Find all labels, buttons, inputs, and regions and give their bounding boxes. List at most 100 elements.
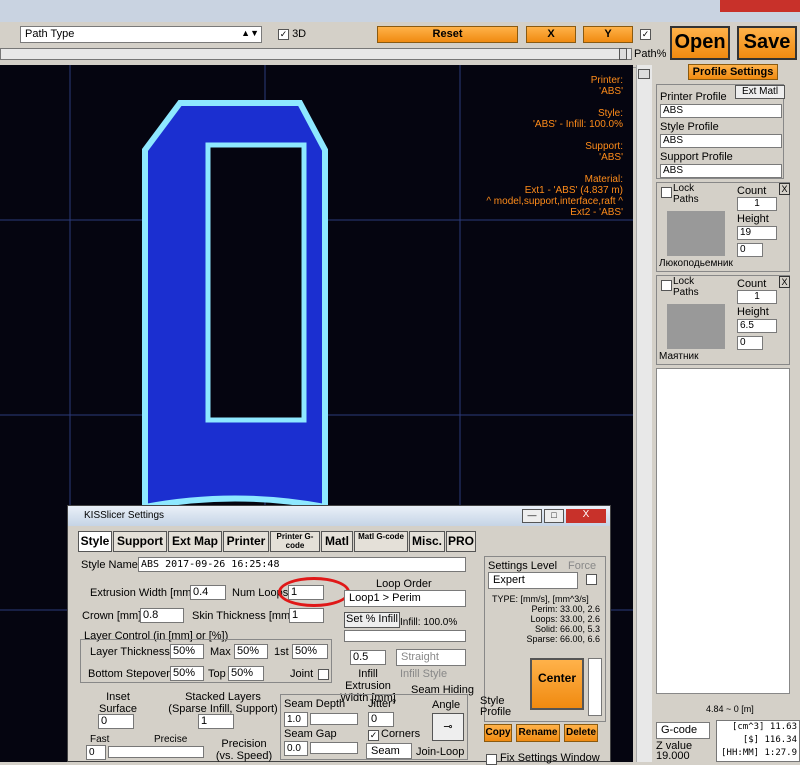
tab-matl-gcode[interactable]: Matl G-code xyxy=(354,531,408,552)
profile-settings-button[interactable]: Profile Settings xyxy=(688,64,778,80)
object-thumbnail xyxy=(667,211,725,256)
count-input[interactable]: 1 xyxy=(737,290,777,304)
tab-misc[interactable]: Misc. xyxy=(409,531,445,552)
height-label: Height xyxy=(737,306,769,318)
view-type-value: Path Type xyxy=(25,28,75,40)
tab-ext-map[interactable]: Ext Map xyxy=(168,531,222,552)
fix-settings-label: Fix Settings Window xyxy=(500,752,600,764)
printer-profile-label: Printer Profile xyxy=(660,91,727,103)
save-button[interactable]: Save xyxy=(737,26,797,60)
tab-printer[interactable]: Printer xyxy=(223,531,269,552)
fix-settings-checkbox[interactable] xyxy=(486,754,497,765)
y-button[interactable]: Y xyxy=(583,26,633,43)
precision-value[interactable]: 0 xyxy=(86,745,106,760)
style-profile-label: Style Profile xyxy=(480,695,512,718)
stacked-layers-input[interactable]: 1 xyxy=(198,714,234,729)
joint-checkbox[interactable] xyxy=(318,669,329,680)
path-check[interactable]: ✓ xyxy=(640,28,651,40)
rotation-input[interactable]: 0 xyxy=(737,336,763,350)
object-card[interactable]: Lock Paths Count X 1 Height 19 0 Люкопод… xyxy=(656,182,790,272)
speed-table: TYPE: [mm/s], [mm^3/s] Perim: 33.00, 2.6… xyxy=(488,594,600,644)
corners-checkbox[interactable]: ✓ xyxy=(368,730,379,741)
layer-slider-handle[interactable] xyxy=(638,69,650,79)
copy-button[interactable]: Copy xyxy=(484,724,512,742)
joint-label: Joint xyxy=(290,668,314,680)
delete-button[interactable]: Delete xyxy=(564,724,598,742)
style-name-label: Style Name xyxy=(81,559,138,571)
tab-support[interactable]: Support xyxy=(113,531,167,552)
loop-order-select[interactable]: Loop1 > Perim xyxy=(344,590,466,607)
precision-slider[interactable] xyxy=(108,746,204,758)
infill-width-input[interactable]: 0.5 xyxy=(350,650,386,665)
layer-slider[interactable] xyxy=(636,65,652,762)
tab-style[interactable]: Style xyxy=(78,531,112,552)
object-list-area xyxy=(656,368,790,694)
lock-checkbox[interactable] xyxy=(661,187,672,198)
ext-matl-button[interactable]: Ext Matl xyxy=(735,85,785,99)
style-profile-select[interactable]: ABS xyxy=(660,134,782,148)
seam-depth-input[interactable]: 1.0 xyxy=(284,712,308,727)
ext2-info: Ext2 - 'ABS' xyxy=(570,207,623,218)
tab-pro[interactable]: PRO xyxy=(446,531,476,552)
x-button[interactable]: X xyxy=(526,26,576,43)
tab-printer-gcode[interactable]: Printer G-code xyxy=(270,531,320,552)
support-profile-select[interactable]: ABS xyxy=(660,164,782,178)
seam-select[interactable]: Seam xyxy=(366,743,412,759)
height-input[interactable]: 19 xyxy=(737,226,777,240)
close-strip[interactable] xyxy=(720,0,800,12)
precision-label: Precision (vs. Speed) xyxy=(215,738,273,762)
layer-thickness-input[interactable]: 50% xyxy=(170,644,204,659)
precise-label: Precise xyxy=(154,734,188,745)
infill-slider[interactable] xyxy=(344,630,466,642)
bottom-stepover-input[interactable]: 50% xyxy=(170,666,204,681)
remove-object-button[interactable]: X xyxy=(779,276,790,288)
support-profile-value: ABS xyxy=(663,165,684,176)
seam-depth-slider[interactable] xyxy=(310,713,358,725)
skin-thickness-input[interactable]: 1 xyxy=(289,608,324,623)
output-select[interactable]: G-code xyxy=(656,722,710,739)
inset-input[interactable]: 0 xyxy=(98,714,134,729)
stacked-layers-label: Stacked Layers (Sparse Infill, Support) xyxy=(168,691,278,715)
maximize-button[interactable]: □ xyxy=(544,509,564,523)
rename-button[interactable]: Rename xyxy=(516,724,560,742)
crown-label: Crown [mm] xyxy=(82,610,142,622)
style-name-input[interactable]: ABS 2017-09-26 16:25:48 xyxy=(138,557,466,572)
seam-gap-slider[interactable] xyxy=(310,742,358,754)
height-input[interactable]: 6.5 xyxy=(737,319,777,333)
first-layer-input[interactable]: 50% xyxy=(292,644,328,659)
top-input[interactable]: 50% xyxy=(228,666,264,681)
printer-value: 'ABS' xyxy=(599,86,623,97)
minimize-button[interactable]: — xyxy=(522,509,542,523)
remove-object-button[interactable]: X xyxy=(779,183,790,195)
check-3d[interactable]: ✓ 3D xyxy=(278,28,306,40)
printer-profile-select[interactable]: ABS xyxy=(660,104,782,118)
set-infill-button[interactable]: Set % Infill xyxy=(344,612,400,628)
center-button[interactable]: Center xyxy=(530,658,584,710)
open-button[interactable]: Open xyxy=(670,26,730,60)
tab-matl[interactable]: Matl xyxy=(321,531,353,552)
reset-button[interactable]: Reset xyxy=(377,26,518,43)
jitter-input[interactable]: 0 xyxy=(368,712,394,727)
crown-input[interactable]: 0.8 xyxy=(140,608,184,623)
rotation-input[interactable]: 0 xyxy=(737,243,763,257)
object-card[interactable]: Lock Paths Count X 1 Height 6.5 0 Маятни… xyxy=(656,275,790,365)
max-input[interactable]: 50% xyxy=(234,644,268,659)
angle-dial[interactable]: ⊸ xyxy=(432,713,464,741)
path-slider[interactable] xyxy=(0,48,632,60)
infill-style-select[interactable]: Straight xyxy=(396,649,466,666)
count-input[interactable]: 1 xyxy=(737,197,777,211)
printer-profile-value: ABS xyxy=(663,105,684,116)
path-slider-handle[interactable] xyxy=(619,48,627,60)
infill-style-value: Straight xyxy=(401,651,439,663)
close-button[interactable]: X xyxy=(566,509,606,523)
seam-gap-input[interactable]: 0.0 xyxy=(284,741,308,756)
perim-speed: Perim: 33.00, 2.6 xyxy=(531,604,600,614)
loop-order-value: Loop1 > Perim xyxy=(349,592,421,604)
center-slider[interactable] xyxy=(588,658,602,716)
lock-checkbox[interactable] xyxy=(661,280,672,291)
force-checkbox[interactable] xyxy=(586,574,597,585)
extrusion-width-input[interactable]: 0.4 xyxy=(190,585,226,600)
settings-level-select[interactable]: Expert xyxy=(488,572,578,589)
view-type-select[interactable]: Path Type ▲▼ xyxy=(20,26,262,43)
angle-label: Angle xyxy=(432,699,461,711)
